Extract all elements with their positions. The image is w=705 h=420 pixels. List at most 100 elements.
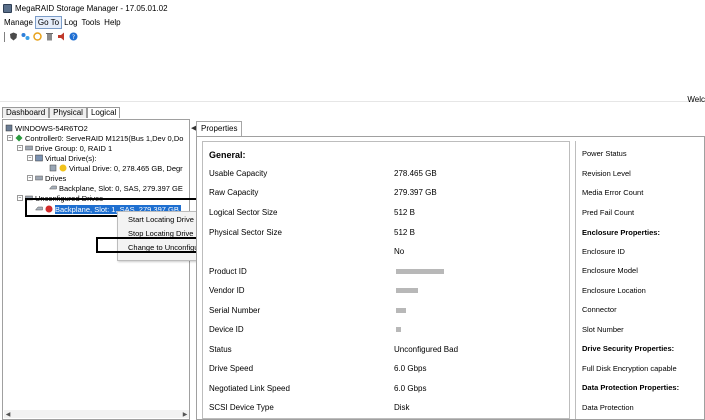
alarm-icon[interactable] <box>57 32 66 41</box>
property-value: 6.0 Gbps <box>394 364 427 373</box>
menu-item-start-locating[interactable]: Start Locating Drive <box>128 215 194 224</box>
disk-icon <box>49 164 57 172</box>
tree-label: Controller0: ServeRAID M1215(Bus 1,Dev 0… <box>25 133 184 143</box>
section-header: Drive Security Properties: <box>582 344 675 353</box>
collapse-icon[interactable]: − <box>27 155 33 161</box>
view-tabs: Dashboard Physical Logical <box>0 106 121 118</box>
toolbar: ? <box>0 29 78 44</box>
section-header: Data Protection Properties: <box>582 383 680 392</box>
help-icon[interactable]: ? <box>69 32 78 41</box>
property-label: Slot Number <box>582 325 624 334</box>
tree-item-virtual-drives[interactable]: − Virtual Drive(s): <box>27 153 97 163</box>
property-label: Revision Level <box>582 169 631 178</box>
property-label: Media Error Count <box>582 188 644 197</box>
collapse-icon[interactable]: − <box>17 195 23 201</box>
tree-item-virtual-drive[interactable]: Virtual Drive: 0, 278.465 GB, Degr <box>49 163 183 173</box>
tree-label: Virtual Drive(s): <box>45 153 97 163</box>
tree-label: Backplane, Slot: 0, SAS, 279.397 GE <box>59 183 183 193</box>
property-label: Physical Sector Size <box>209 228 282 237</box>
refresh-icon[interactable] <box>33 32 42 41</box>
property-label: SCSI Device Type <box>209 403 274 412</box>
virtual-drives-icon <box>35 154 43 162</box>
menu-tools[interactable]: Tools <box>79 17 102 28</box>
tab-physical[interactable]: Physical <box>49 107 87 118</box>
property-label: Product ID <box>209 267 247 276</box>
section-header: Enclosure Properties: <box>582 228 660 237</box>
controller-icon <box>15 134 23 142</box>
property-label: Power Status <box>582 149 627 158</box>
property-label: Negotiated Link Speed <box>209 384 290 393</box>
property-value: Disk <box>394 403 410 412</box>
tab-properties[interactable]: Properties <box>196 121 243 136</box>
title-bar: MegaRAID Storage Manager - 17.05.01.02 <box>0 0 705 16</box>
property-label: Drive Speed <box>209 364 254 373</box>
scroll-left-icon[interactable]: ◀ <box>4 411 12 418</box>
redacted-value <box>396 269 444 274</box>
property-label: Logical Sector Size <box>209 208 278 217</box>
properties-panel: Properties General: Usable Capacity 278.… <box>196 121 705 420</box>
tree-label: WINDOWS-54R6TO2 <box>15 123 88 133</box>
horizontal-scrollbar[interactable]: ◀ ▶ <box>4 410 189 418</box>
property-label: Pred Fail Count <box>582 208 635 217</box>
collapse-icon[interactable]: − <box>27 175 33 181</box>
property-label: Connector <box>582 305 617 314</box>
menu-log[interactable]: Log <box>62 17 79 28</box>
tree-item-controller[interactable]: − Controller0: ServeRAID M1215(Bus 1,Dev… <box>7 133 183 143</box>
tree-item-drive-slot-0[interactable]: Backplane, Slot: 0, SAS, 279.397 GE <box>49 183 183 193</box>
trash-icon[interactable] <box>45 32 54 41</box>
window-title: MegaRAID Storage Manager - 17.05.01.02 <box>15 3 168 13</box>
property-label: Full Disk Encryption capable <box>582 364 677 373</box>
drive-group-icon <box>25 144 33 152</box>
property-label: Vendor ID <box>209 286 245 295</box>
menu-go-to[interactable]: Go To <box>34 16 63 29</box>
property-value: 512 B <box>394 228 415 237</box>
general-properties: General: Usable Capacity 278.465 GB Raw … <box>202 141 570 419</box>
property-value: 512 B <box>394 208 415 217</box>
general-header: General: <box>209 150 246 160</box>
banner <box>0 44 705 102</box>
tree-label: Drive Group: 0, RAID 1 <box>35 143 113 153</box>
hard-drive-icon <box>49 184 57 192</box>
toolbar-separator <box>4 31 5 42</box>
property-value: No <box>394 247 405 256</box>
property-label: Enclosure ID <box>582 247 625 256</box>
tree-item-drive-group[interactable]: − Drive Group: 0, RAID 1 <box>17 143 112 153</box>
redacted-value <box>396 308 406 313</box>
app-icon <box>3 3 12 13</box>
collapse-icon[interactable]: − <box>17 145 23 151</box>
tab-logical[interactable]: Logical <box>86 107 121 118</box>
tree-item-server[interactable]: WINDOWS-54R6TO2 <box>5 123 88 133</box>
property-label: Device ID <box>209 325 244 334</box>
tree-panel: WINDOWS-54R6TO2 − Controller0: ServeRAID… <box>2 119 190 420</box>
property-label: Serial Number <box>209 306 261 315</box>
property-value: 278.465 GB <box>394 169 437 178</box>
scroll-right-icon[interactable]: ▶ <box>181 411 189 418</box>
warning-icon <box>59 164 67 172</box>
property-value: Unconfigured Bad <box>394 345 459 354</box>
network-icon[interactable] <box>21 32 30 41</box>
menu-help[interactable]: Help <box>102 17 122 28</box>
tree-label: Virtual Drive: 0, 278.465 GB, Degr <box>69 163 183 173</box>
redacted-value <box>396 288 418 293</box>
property-label: Usable Capacity <box>209 169 268 178</box>
properties-box: General: Usable Capacity 278.465 GB Raw … <box>196 136 705 420</box>
drives-icon <box>35 174 43 182</box>
property-label: Data Protection <box>582 403 634 412</box>
property-label: Enclosure Location <box>582 286 646 295</box>
tree-item-drives[interactable]: − Drives <box>27 173 66 183</box>
tree-label: Drives <box>45 173 67 183</box>
shield-icon[interactable] <box>9 32 18 41</box>
property-label: Status <box>209 345 232 354</box>
server-icon <box>5 124 13 132</box>
property-value: 279.397 GB <box>394 188 437 197</box>
redacted-value <box>396 327 401 332</box>
tab-dashboard[interactable]: Dashboard <box>2 107 50 118</box>
svg-text:?: ? <box>72 34 75 41</box>
property-label: Raw Capacity <box>209 188 259 197</box>
collapse-icon[interactable]: − <box>7 135 13 141</box>
extra-properties: Power Status Revision Level Media Error … <box>575 141 700 419</box>
welcome-text: Welc <box>687 95 705 104</box>
property-value: 6.0 Gbps <box>394 384 427 393</box>
menu-manage[interactable]: Manage <box>2 17 35 28</box>
menu-bar: Manage Go To Log Tools Help <box>0 16 705 29</box>
